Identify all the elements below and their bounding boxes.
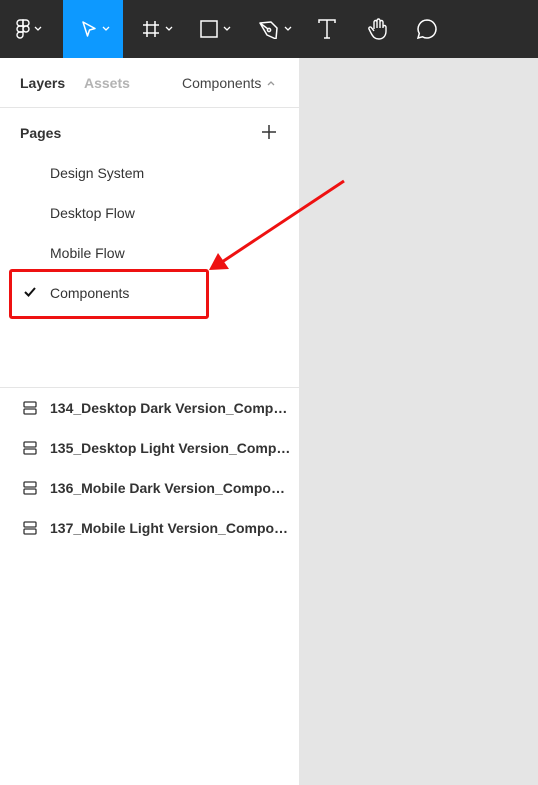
page-item-design-system[interactable]: Design System <box>0 153 300 193</box>
move-tool-button[interactable] <box>63 0 123 58</box>
chevron-up-icon <box>267 81 275 86</box>
comment-tool-button[interactable] <box>408 0 448 58</box>
section-icon <box>23 401 37 415</box>
current-page-label: Components <box>182 75 262 91</box>
page-label: Design System <box>50 165 145 181</box>
layer-name: 134_Desktop Dark Version_Components <box>50 400 292 416</box>
pen-tool-button[interactable] <box>248 0 302 58</box>
tab-layers[interactable]: Layers <box>20 75 65 91</box>
chevron-down-icon <box>165 26 173 31</box>
section-icon <box>23 521 37 535</box>
layer-item[interactable]: 134_Desktop Dark Version_Components <box>0 388 300 428</box>
chevron-down-icon <box>34 26 42 31</box>
pages-heading: Pages <box>20 125 62 141</box>
layer-name: 136_Mobile Dark Version_Components <box>50 480 292 496</box>
annotation-highlight-box <box>9 269 209 319</box>
page-label: Desktop Flow <box>50 205 135 221</box>
pen-icon <box>259 21 278 39</box>
section-icon <box>23 441 37 455</box>
page-item-mobile-flow[interactable]: Mobile Flow <box>0 233 300 273</box>
hand-tool-button[interactable] <box>358 0 398 58</box>
layer-item[interactable]: 135_Desktop Light Version_Components <box>0 428 300 468</box>
text-icon <box>318 19 336 39</box>
shape-tool-button[interactable] <box>190 0 242 58</box>
chevron-down-icon <box>102 26 110 31</box>
comment-icon <box>416 19 437 40</box>
page-label: Mobile Flow <box>50 245 125 261</box>
toolbar <box>0 0 538 58</box>
layer-item[interactable]: 136_Mobile Dark Version_Components <box>0 468 300 508</box>
chevron-down-icon <box>284 26 292 31</box>
panel-tabs: Layers Assets Components <box>0 58 300 108</box>
page-item-desktop-flow[interactable]: Desktop Flow <box>0 193 300 233</box>
frame-icon <box>143 21 159 37</box>
add-page-icon[interactable] <box>261 124 277 140</box>
hand-icon <box>368 18 387 40</box>
section-icon <box>23 481 37 495</box>
left-panel: Layers Assets Components Pages Design Sy… <box>0 58 300 785</box>
figma-logo-icon <box>16 19 30 39</box>
chevron-down-icon <box>223 26 231 31</box>
page-switcher[interactable]: Components <box>182 75 275 91</box>
layer-item[interactable]: 137_Mobile Light Version_Components <box>0 508 300 548</box>
move-pointer-icon <box>82 21 96 37</box>
layer-name: 135_Desktop Light Version_Components <box>50 440 292 456</box>
tab-assets[interactable]: Assets <box>84 75 130 91</box>
rectangle-icon <box>200 20 218 38</box>
text-tool-button[interactable] <box>308 0 348 58</box>
frame-tool-button[interactable] <box>132 0 184 58</box>
layer-name: 137_Mobile Light Version_Components <box>50 520 292 536</box>
main-menu-button[interactable] <box>0 0 58 58</box>
canvas[interactable] <box>300 58 538 785</box>
